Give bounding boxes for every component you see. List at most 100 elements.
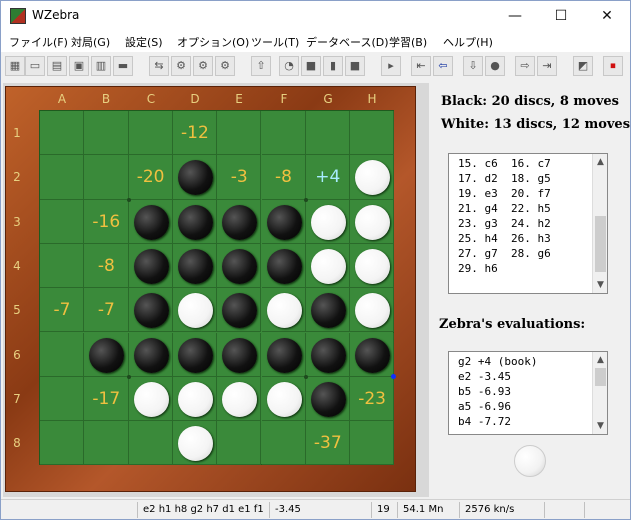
square-d8[interactable] [172, 421, 218, 466]
square-h8[interactable] [350, 421, 395, 466]
square-f1[interactable] [261, 111, 306, 156]
save-icon[interactable]: ▣ [69, 56, 89, 76]
square-h5[interactable] [350, 288, 395, 333]
square-g4[interactable] [305, 243, 351, 289]
square-e1[interactable] [217, 111, 262, 156]
square-b4[interactable]: -8 [84, 243, 129, 289]
square-h4[interactable] [350, 243, 395, 289]
go-down-icon[interactable]: ⇩ [463, 56, 483, 76]
othello-board[interactable]: -12 -20 -3 -8 +4 -16 -8 -7 -7 -17 -23 -37 [39, 110, 397, 466]
menu-tools[interactable]: ツール(T) [251, 34, 299, 50]
square-h7[interactable]: -23 [350, 376, 395, 422]
square-a6[interactable] [40, 332, 85, 377]
square-c5[interactable] [128, 288, 173, 333]
go-back-icon[interactable]: ⇦ [433, 56, 453, 76]
lightbulb-icon[interactable]: ● [485, 56, 505, 76]
pause-icon[interactable]: ▮ [323, 56, 343, 76]
square-d6[interactable] [172, 332, 218, 377]
square-a8[interactable] [40, 421, 85, 466]
stop-red-icon[interactable]: ⏹ [603, 56, 623, 76]
two-computers-icon[interactable]: ⚙ [215, 56, 235, 76]
square-c2[interactable]: -20 [128, 155, 173, 200]
switch-sides-icon[interactable]: ⇆ [149, 56, 169, 76]
square-e6[interactable] [217, 332, 262, 377]
hint-icon[interactable]: ▸ [381, 56, 401, 76]
square-d4[interactable] [172, 243, 218, 289]
square-b5[interactable]: -7 [84, 288, 129, 333]
menu-database[interactable]: データベース(D) [306, 34, 389, 50]
move-list-scroll-thumb[interactable] [595, 216, 606, 272]
square-a5[interactable]: -7 [40, 288, 85, 333]
square-d1[interactable]: -12 [172, 111, 218, 156]
square-h6[interactable] [350, 332, 395, 377]
minimize-button[interactable]: — [492, 1, 538, 31]
square-f5[interactable] [261, 288, 306, 333]
folder-icon[interactable]: ▬ [113, 56, 133, 76]
clock-icon[interactable]: ◔ [279, 56, 299, 76]
square-g2[interactable]: +4 [305, 155, 351, 200]
square-e4[interactable] [217, 243, 262, 289]
square-d7[interactable] [172, 376, 218, 422]
move-list[interactable]: 15. c6 16. c7 17. d2 18. g5 19. e3 20. f… [448, 153, 608, 294]
square-h1[interactable] [350, 111, 395, 156]
evaluation-row[interactable]: g2 +4 (book) [458, 355, 537, 368]
square-e8[interactable] [217, 421, 262, 466]
scroll-down-arrow-icon[interactable]: ▼ [595, 420, 606, 432]
flip-board-icon[interactable]: ◩ [573, 56, 593, 76]
evaluation-scrollbar[interactable]: ▲ ▼ [592, 352, 607, 434]
analyze-icon[interactable]: ⇧ [251, 56, 271, 76]
menu-settings[interactable]: 設定(S) [125, 34, 163, 50]
new-game-icon[interactable]: ▭ [25, 56, 45, 76]
square-a2[interactable] [40, 155, 85, 200]
square-a7[interactable] [40, 376, 85, 422]
square-e2[interactable]: -3 [217, 155, 262, 200]
square-f8[interactable] [261, 421, 306, 466]
board-setup-icon[interactable]: ▦ [5, 56, 25, 76]
square-b8[interactable] [84, 421, 129, 466]
square-f7[interactable] [261, 376, 306, 422]
scroll-down-arrow-icon[interactable]: ▼ [595, 279, 606, 291]
square-b1[interactable] [84, 111, 129, 156]
menu-options[interactable]: オプション(O) [177, 34, 249, 50]
evaluation-row[interactable]: a5 -6.96 [458, 400, 511, 413]
square-b2[interactable] [84, 155, 129, 200]
menu-game[interactable]: 対局(G) [71, 34, 110, 50]
square-d2[interactable] [172, 155, 218, 200]
evaluation-row[interactable]: e2 -3.45 [458, 370, 511, 383]
square-c3[interactable] [128, 199, 173, 244]
move-list-scrollbar[interactable]: ▲ ▼ [592, 154, 607, 293]
square-g3[interactable] [305, 199, 351, 244]
stop-icon[interactable]: ■ [301, 56, 321, 76]
square-f3[interactable] [261, 199, 306, 244]
close-button[interactable]: ✕ [584, 1, 630, 31]
square-c6[interactable] [128, 332, 173, 377]
go-forward-icon[interactable]: ⇨ [515, 56, 535, 76]
square-h2[interactable] [350, 155, 395, 200]
square-d5[interactable] [172, 288, 218, 333]
square-e3[interactable] [217, 199, 262, 244]
square-e5[interactable] [217, 288, 262, 333]
square-c1[interactable] [128, 111, 173, 156]
square-b7[interactable]: -17 [84, 376, 129, 422]
square-f2[interactable]: -8 [261, 155, 306, 200]
menu-learn[interactable]: 学習(B) [389, 34, 427, 50]
square-c8[interactable] [128, 421, 173, 466]
square-h3[interactable] [350, 199, 395, 244]
menu-file[interactable]: ファイル(F) [9, 34, 68, 50]
go-last-icon[interactable]: ⇥ [537, 56, 557, 76]
square-c7[interactable] [128, 376, 173, 422]
square-g7[interactable] [305, 376, 351, 422]
evaluation-row[interactable]: b5 -6.93 [458, 385, 511, 398]
go-first-icon[interactable]: ⇤ [411, 56, 431, 76]
square-g8[interactable]: -37 [305, 421, 351, 466]
square-a3[interactable] [40, 199, 85, 244]
evaluation-list[interactable]: g2 +4 (book) e2 -3.45 b5 -6.93 a5 -6.96 … [448, 351, 608, 435]
square-a4[interactable] [40, 243, 85, 289]
computer-black-icon[interactable]: ⚙ [171, 56, 191, 76]
print-icon[interactable]: ▥ [91, 56, 111, 76]
square-c4[interactable] [128, 243, 173, 289]
menu-help[interactable]: ヘルプ(H) [443, 34, 493, 50]
computer-white-icon[interactable]: ⚙ [193, 56, 213, 76]
scroll-up-arrow-icon[interactable]: ▲ [595, 354, 606, 366]
square-g6[interactable] [305, 332, 351, 377]
